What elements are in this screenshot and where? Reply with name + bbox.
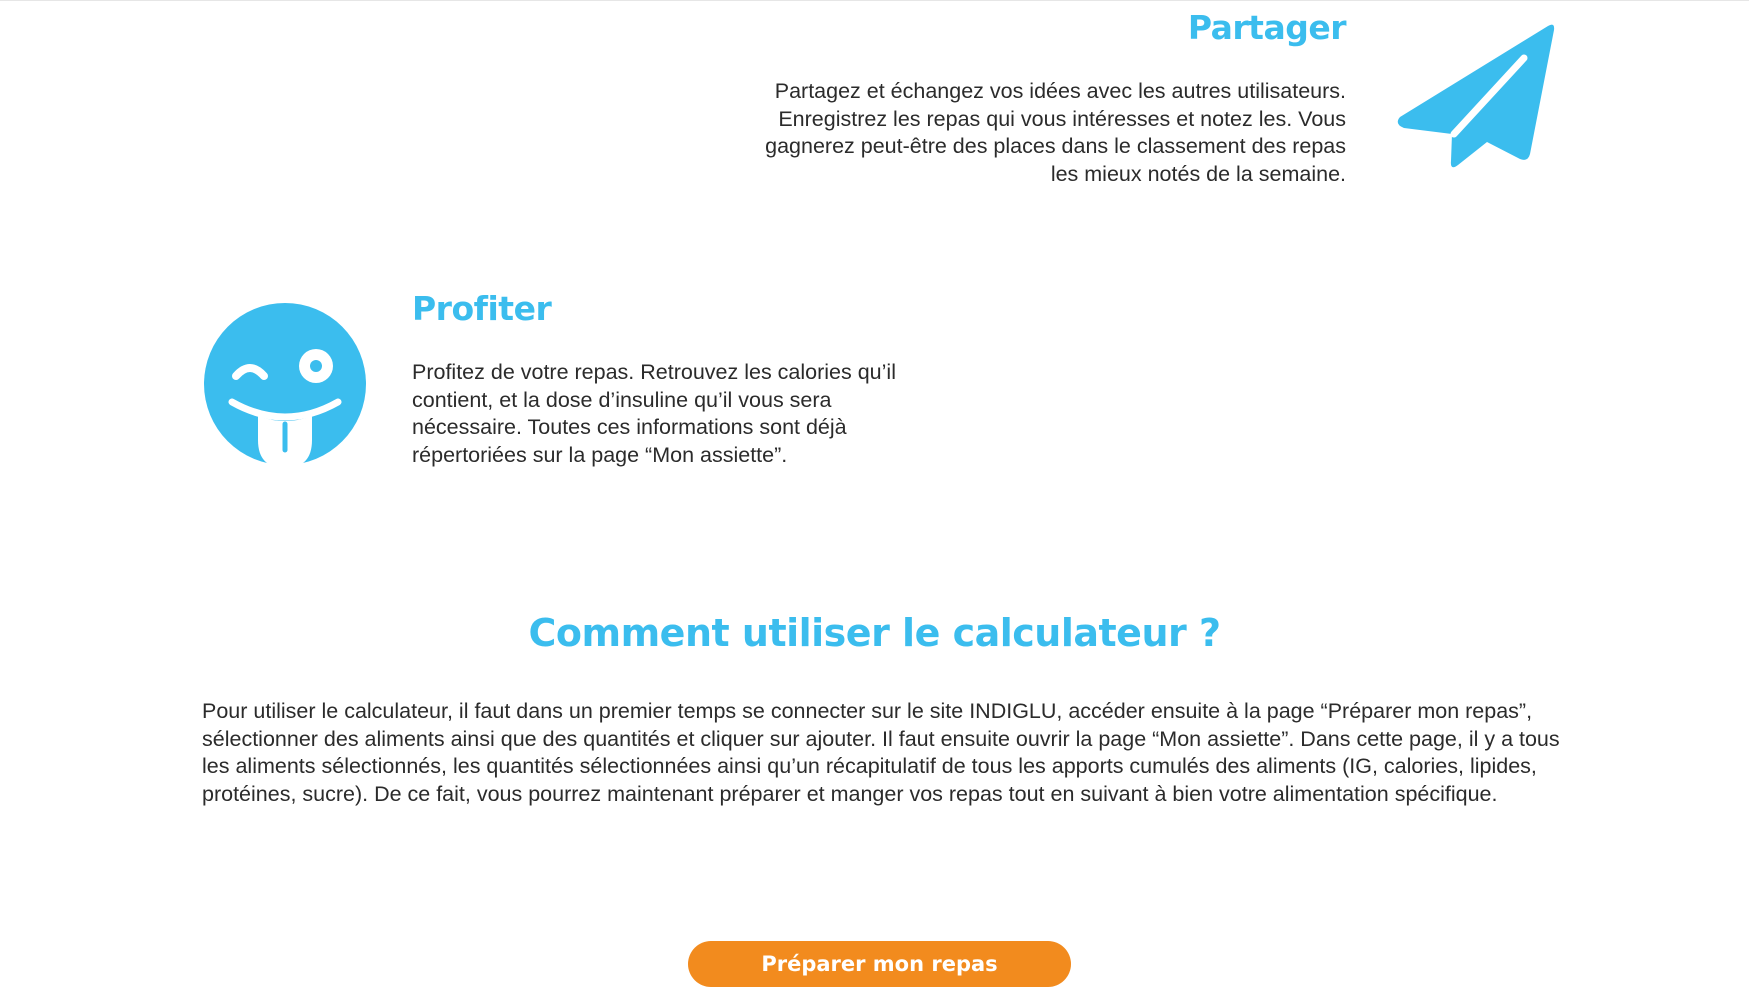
wink-tongue-emoji-icon: [202, 302, 368, 470]
profiter-heading: Profiter: [412, 289, 552, 328]
paper-plane-icon: [1392, 22, 1562, 192]
top-divider: [0, 0, 1749, 1]
prepare-meal-button[interactable]: Préparer mon repas: [688, 941, 1071, 987]
profiter-description: Profitez de votre repas. Retrouvez les c…: [412, 360, 896, 467]
calculator-heading: Comment utiliser le calculateur ?: [528, 611, 1221, 655]
partager-description: Partagez et échangez vos idées avec les …: [765, 79, 1346, 186]
calculator-description: Pour utiliser le calculateur, il faut da…: [202, 699, 1560, 806]
partager-heading: Partager: [1187, 8, 1347, 47]
